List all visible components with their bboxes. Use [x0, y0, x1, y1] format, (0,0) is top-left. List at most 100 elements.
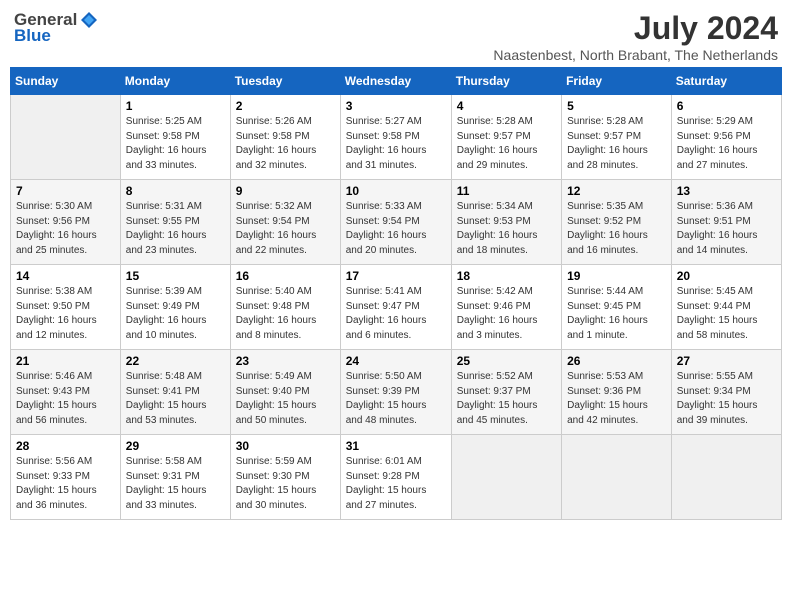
- day-info: Sunrise: 5:25 AM Sunset: 9:58 PM Dayligh…: [126, 115, 225, 173]
- day-number: 29: [126, 439, 225, 453]
- day-info: Sunrise: 5:28 AM Sunset: 9:57 PM Dayligh…: [567, 115, 666, 173]
- day-info: Sunrise: 5:35 AM Sunset: 9:52 PM Dayligh…: [567, 200, 666, 258]
- day-number: 1: [126, 99, 225, 113]
- day-info: Sunrise: 5:49 AM Sunset: 9:40 PM Dayligh…: [236, 370, 335, 428]
- calendar-cell: 6 Sunrise: 5:29 AM Sunset: 9:56 PM Daylig…: [671, 95, 781, 180]
- calendar-cell: [451, 435, 561, 520]
- header: General Blue July 2024 Naastenbest, Nort…: [10, 10, 782, 63]
- day-number: 31: [346, 439, 446, 453]
- calendar-cell: 20Sunrise: 5:45 AM Sunset: 9:44 PM Dayli…: [671, 265, 781, 350]
- day-info: Sunrise: 5:36 AM Sunset: 9:51 PM Dayligh…: [677, 200, 776, 258]
- calendar-cell: 16 Sunrise: 5:40 AM Sunset: 9:48 PM Dayli…: [230, 265, 340, 350]
- calendar-cell: 15Sunrise: 5:39 AM Sunset: 9:49 PM Dayli…: [120, 265, 230, 350]
- day-info: Sunrise: 5:50 AM Sunset: 9:39 PM Dayligh…: [346, 370, 446, 428]
- calendar-header-row: SundayMondayTuesdayWednesdayThursdayFrid…: [11, 68, 782, 95]
- calendar-cell: 11 Sunrise: 5:34 AM Sunset: 9:53 PM Dayli…: [451, 180, 561, 265]
- header-day-saturday: Saturday: [671, 68, 781, 95]
- day-info: Sunrise: 5:42 AM Sunset: 9:46 PM Dayligh…: [457, 285, 556, 343]
- calendar-table: SundayMondayTuesdayWednesdayThursdayFrid…: [10, 67, 782, 520]
- day-number: 10: [346, 184, 446, 198]
- calendar-cell: 7Sunrise: 5:30 AM Sunset: 9:56 PM Daylig…: [11, 180, 121, 265]
- calendar-cell: 9 Sunrise: 5:32 AM Sunset: 9:54 PM Daylig…: [230, 180, 340, 265]
- calendar-cell: 31 Sunrise: 6:01 AM Sunset: 9:28 PM Dayli…: [340, 435, 451, 520]
- calendar-cell: 25Sunrise: 5:52 AM Sunset: 9:37 PM Dayli…: [451, 350, 561, 435]
- day-info: Sunrise: 5:27 AM Sunset: 9:58 PM Dayligh…: [346, 115, 446, 173]
- day-number: 6: [677, 99, 776, 113]
- calendar-cell: 8 Sunrise: 5:31 AM Sunset: 9:55 PM Daylig…: [120, 180, 230, 265]
- day-number: 16: [236, 269, 335, 283]
- day-info: Sunrise: 5:39 AM Sunset: 9:49 PM Dayligh…: [126, 285, 225, 343]
- day-info: Sunrise: 5:34 AM Sunset: 9:53 PM Dayligh…: [457, 200, 556, 258]
- day-info: Sunrise: 5:26 AM Sunset: 9:58 PM Dayligh…: [236, 115, 335, 173]
- day-number: 28: [16, 439, 115, 453]
- day-number: 5: [567, 99, 666, 113]
- day-info: Sunrise: 5:59 AM Sunset: 9:30 PM Dayligh…: [236, 455, 335, 513]
- day-info: Sunrise: 5:31 AM Sunset: 9:55 PM Dayligh…: [126, 200, 225, 258]
- header-day-tuesday: Tuesday: [230, 68, 340, 95]
- calendar-cell: 5 Sunrise: 5:28 AM Sunset: 9:57 PM Daylig…: [562, 95, 672, 180]
- calendar-cell: 17 Sunrise: 5:41 AM Sunset: 9:47 PM Dayli…: [340, 265, 451, 350]
- day-number: 17: [346, 269, 446, 283]
- day-number: 9: [236, 184, 335, 198]
- calendar-cell: 28Sunrise: 5:56 AM Sunset: 9:33 PM Dayli…: [11, 435, 121, 520]
- day-info: Sunrise: 5:32 AM Sunset: 9:54 PM Dayligh…: [236, 200, 335, 258]
- day-info: Sunrise: 5:29 AM Sunset: 9:56 PM Dayligh…: [677, 115, 776, 173]
- day-info: Sunrise: 5:46 AM Sunset: 9:43 PM Dayligh…: [16, 370, 115, 428]
- week-row-3: 14Sunrise: 5:38 AM Sunset: 9:50 PM Dayli…: [11, 265, 782, 350]
- day-info: Sunrise: 5:55 AM Sunset: 9:34 PM Dayligh…: [677, 370, 776, 428]
- week-row-5: 28Sunrise: 5:56 AM Sunset: 9:33 PM Dayli…: [11, 435, 782, 520]
- calendar-cell: [562, 435, 672, 520]
- day-number: 11: [457, 184, 556, 198]
- day-number: 22: [126, 354, 225, 368]
- day-number: 27: [677, 354, 776, 368]
- day-number: 30: [236, 439, 335, 453]
- calendar-cell: 13 Sunrise: 5:36 AM Sunset: 9:51 PM Dayli…: [671, 180, 781, 265]
- day-number: 19: [567, 269, 666, 283]
- day-number: 3: [346, 99, 446, 113]
- calendar-cell: [671, 435, 781, 520]
- calendar-cell: 22Sunrise: 5:48 AM Sunset: 9:41 PM Dayli…: [120, 350, 230, 435]
- header-day-sunday: Sunday: [11, 68, 121, 95]
- calendar-cell: 26 Sunrise: 5:53 AM Sunset: 9:36 PM Dayli…: [562, 350, 672, 435]
- day-number: 24: [346, 354, 446, 368]
- calendar-cell: 27 Sunrise: 5:55 AM Sunset: 9:34 PM Dayli…: [671, 350, 781, 435]
- calendar-cell: 19Sunrise: 5:44 AM Sunset: 9:45 PM Dayli…: [562, 265, 672, 350]
- day-info: Sunrise: 5:53 AM Sunset: 9:36 PM Dayligh…: [567, 370, 666, 428]
- day-number: 26: [567, 354, 666, 368]
- calendar-cell: 2 Sunrise: 5:26 AM Sunset: 9:58 PM Daylig…: [230, 95, 340, 180]
- header-day-wednesday: Wednesday: [340, 68, 451, 95]
- day-info: Sunrise: 5:58 AM Sunset: 9:31 PM Dayligh…: [126, 455, 225, 513]
- calendar-cell: 10Sunrise: 5:33 AM Sunset: 9:54 PM Dayli…: [340, 180, 451, 265]
- day-number: 12: [567, 184, 666, 198]
- calendar-cell: 12 Sunrise: 5:35 AM Sunset: 9:52 PM Dayli…: [562, 180, 672, 265]
- calendar-cell: [11, 95, 121, 180]
- day-number: 8: [126, 184, 225, 198]
- day-info: Sunrise: 6:01 AM Sunset: 9:28 PM Dayligh…: [346, 455, 446, 513]
- day-info: Sunrise: 5:28 AM Sunset: 9:57 PM Dayligh…: [457, 115, 556, 173]
- header-day-thursday: Thursday: [451, 68, 561, 95]
- day-number: 13: [677, 184, 776, 198]
- day-info: Sunrise: 5:40 AM Sunset: 9:48 PM Dayligh…: [236, 285, 335, 343]
- day-number: 18: [457, 269, 556, 283]
- calendar-cell: 23 Sunrise: 5:49 AM Sunset: 9:40 PM Dayli…: [230, 350, 340, 435]
- day-number: 20: [677, 269, 776, 283]
- day-number: 4: [457, 99, 556, 113]
- day-number: 23: [236, 354, 335, 368]
- calendar-cell: 24 Sunrise: 5:50 AM Sunset: 9:39 PM Dayli…: [340, 350, 451, 435]
- calendar-cell: 3 Sunrise: 5:27 AM Sunset: 9:58 PM Daylig…: [340, 95, 451, 180]
- day-number: 14: [16, 269, 115, 283]
- week-row-4: 21 Sunrise: 5:46 AM Sunset: 9:43 PM Dayli…: [11, 350, 782, 435]
- day-number: 21: [16, 354, 115, 368]
- day-info: Sunrise: 5:41 AM Sunset: 9:47 PM Dayligh…: [346, 285, 446, 343]
- calendar-cell: 14Sunrise: 5:38 AM Sunset: 9:50 PM Dayli…: [11, 265, 121, 350]
- calendar-cell: 30 Sunrise: 5:59 AM Sunset: 9:30 PM Dayli…: [230, 435, 340, 520]
- logo: General Blue: [14, 10, 99, 46]
- header-day-friday: Friday: [562, 68, 672, 95]
- day-number: 2: [236, 99, 335, 113]
- week-row-2: 7Sunrise: 5:30 AM Sunset: 9:56 PM Daylig…: [11, 180, 782, 265]
- logo-icon: [79, 10, 99, 30]
- week-row-1: 1 Sunrise: 5:25 AM Sunset: 9:58 PM Daylig…: [11, 95, 782, 180]
- calendar-cell: 21 Sunrise: 5:46 AM Sunset: 9:43 PM Dayli…: [11, 350, 121, 435]
- day-number: 25: [457, 354, 556, 368]
- day-number: 7: [16, 184, 115, 198]
